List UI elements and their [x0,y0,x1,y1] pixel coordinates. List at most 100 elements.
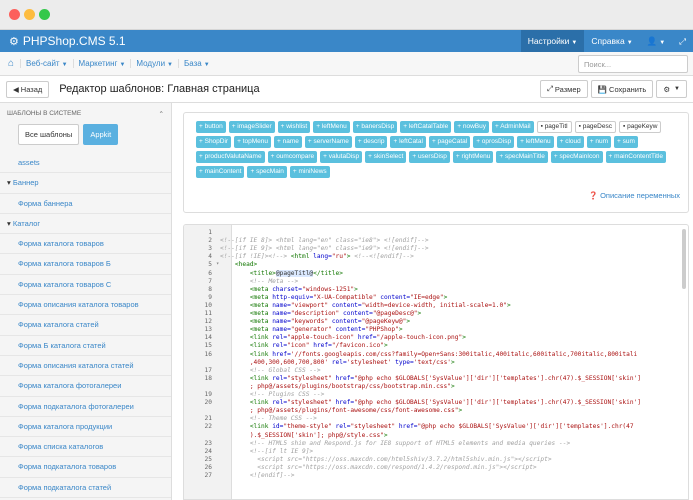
sidebar-item[interactable]: Форма описания каталога статей [0,356,171,377]
chevron-up-icon[interactable]: ⌃ [159,110,164,118]
variable-tag[interactable]: + imageSlider [228,121,275,133]
variable-tag[interactable]: + rightMenu [452,151,494,163]
help-menu[interactable]: Справка ▼ [584,30,639,52]
close-window-button[interactable] [9,9,20,20]
variable-tag[interactable]: + oumcompare [267,151,318,163]
code-line[interactable]: <link rel="apple-touch-icon" href="/appl… [220,334,466,341]
sidebar-item[interactable]: Форма подкаталога статей [0,478,171,499]
code-line[interactable]: <meta name="description" content="@pageD… [220,310,421,317]
sidebar-item[interactable]: Форма подкаталога товаров [0,457,171,478]
code-line[interactable]: <meta charset="windows-1251"> [220,286,358,293]
code-line[interactable]: ,400,300,600,700,800' rel='stylesheet' t… [220,359,455,366]
code-line[interactable]: <!-- HTML5 shim and Respond.js for IE8 s… [220,440,570,447]
code-editor[interactable]: 1 2 <!--[if IE 8]> <html lang="en" class="… [183,224,689,500]
variable-tag[interactable]: ▪ pageKeyw [618,121,662,133]
variable-tag[interactable]: + cloud [556,136,584,148]
variable-tag[interactable]: + specMainIcon [550,151,603,163]
variable-tag[interactable]: + pageCatal [428,136,471,148]
sidebar-item[interactable]: Форма описания каталога товаров [0,295,171,316]
variable-tag[interactable]: + descrip [354,136,388,148]
menu-database[interactable]: База ▼ [178,59,215,68]
code-line[interactable]: <!-- Theme CSS --> [220,415,317,422]
maximize-window-button[interactable] [39,9,50,20]
variable-tag[interactable]: + serverName [304,136,352,148]
sidebar-item[interactable]: Форма Б каталога статей [0,336,171,356]
code-line[interactable]: <!--[if IE 9]> <html lang="en" class="ie… [220,245,429,252]
sidebar-item[interactable]: Форма каталога товаров [0,234,171,255]
variable-tag[interactable]: + usersDisp [409,151,450,163]
variable-tag[interactable]: + leftCatalTable [400,121,452,133]
home-icon[interactable]: ⌂ [8,58,14,69]
code-line[interactable]: <link href='//fonts.googleapis.com/css?f… [220,351,637,358]
code-line[interactable]: <!-- Plugins CSS --> [220,391,325,398]
fold-icon[interactable]: ▾ [216,261,219,267]
appkit-button[interactable]: Appkit [83,124,119,145]
code-line[interactable]: <link rel="stylesheet" href="@php echo $… [220,375,641,382]
menu-marketing[interactable]: Маркетинг ▼ [72,59,131,68]
sidebar-item[interactable]: Форма подкаталога фотогалереи [0,397,171,417]
variable-tag[interactable]: + nowBuy [454,121,489,133]
variable-tag[interactable]: + topMenu [234,136,271,148]
code-line[interactable]: <!--[if !IE]><!--> <html lang="ru"> <!--… [220,253,414,260]
minimize-window-button[interactable] [24,9,35,20]
editor-scrollbar[interactable] [682,229,686,289]
variable-tag[interactable]: + num [586,136,612,148]
sidebar-item[interactable]: Форма каталога товаров С [0,275,171,296]
sidebar-item[interactable]: Форма каталога товаров Б [0,254,171,275]
variables-description-link[interactable]: ❓ Описание переменных [589,191,680,200]
variable-tag[interactable]: + banersDisp [352,121,398,133]
search-input[interactable]: Поиск... [578,55,688,73]
variable-tag[interactable]: + productValutaName [196,151,265,163]
sidebar-item[interactable]: Форма каталога фотогалереи [0,376,171,397]
code-line[interactable]: <!-- Global CSS --> [220,367,321,374]
save-button[interactable]: 💾 Сохранить [590,80,654,98]
code-line[interactable]: <script src="https://oss.maxcdn.com/html… [220,456,551,463]
brand[interactable]: ⚙ PHPShop.CMS 5.1 [0,34,521,48]
code-line[interactable]: ; php@/assets/plugins/bootstrap/css/boot… [220,383,455,390]
code-line[interactable]: <link rel="icon" href="/favicon.ico"> [220,342,388,349]
menu-modules[interactable]: Модули ▼ [130,59,178,68]
sidebar-item[interactable]: assets [0,153,171,174]
variable-tag[interactable]: + oprosDisp [473,136,515,148]
settings-menu[interactable]: Настройки ▼ [520,30,585,52]
fullscreen-button[interactable]: ⤢ [672,30,693,52]
sidebar-item[interactable]: Форма каталога продукции [0,417,171,438]
code-line[interactable]: ; php@/assets/plugins/font-awesome/css/f… [220,407,462,414]
menu-website[interactable]: Веб-сайт ▼ [20,59,72,68]
variable-tag[interactable]: + specMain [247,166,287,178]
code-line[interactable]: <meta name="keywords" content="@pageKeyw… [220,318,410,325]
user-menu[interactable]: 👤 ▼ [640,30,673,52]
variable-tag[interactable]: + miniNews [289,166,330,178]
code-line[interactable]: <link id="theme-style" rel="stylesheet" … [220,423,634,430]
code-line[interactable]: <meta http-equiv="X-UA-Compatible" conte… [220,294,448,301]
variable-tag[interactable]: + mainContent [196,166,245,178]
variable-tag[interactable]: + ShopDir [196,136,232,148]
code-line[interactable]: <!--[if IE 8]> <html lang="en" class="ie… [220,237,429,244]
variable-tag[interactable]: + leftMenu [517,136,554,148]
code-line[interactable]: <meta name="viewport" content="width=dev… [220,302,511,309]
variable-tag[interactable]: + mainContentTitle [605,151,667,163]
options-button[interactable]: ⚙ ▼ [656,80,687,98]
code-line[interactable]: <!--[if lt IE 9]> [220,448,313,455]
variable-tag[interactable]: ▪ pageDesc [574,121,616,133]
variable-tag[interactable]: + leftCatal [390,136,426,148]
variable-tag[interactable]: + leftMenu [313,121,350,133]
code-line[interactable]: <head> [220,261,257,268]
code-line[interactable]: ).$_SESSION['skin']; php@/style.css"> [220,432,388,439]
code-line[interactable]: <script src="https://oss.maxcdn.com/resp… [220,464,536,471]
code-line[interactable]: <title>@pageTitl@</title> [220,269,343,277]
code-line[interactable]: <!-- Meta --> [220,278,298,285]
variable-tag[interactable]: + sum [614,136,638,148]
sidebar-group[interactable]: ▾ Каталог [0,214,171,235]
variable-tag[interactable]: + valutaDisp [320,151,363,163]
variable-tag[interactable]: + name [274,136,302,148]
code-line[interactable]: <link rel="stylesheet" href="@php echo $… [220,399,641,406]
back-button[interactable]: ◀ Назад [6,80,50,98]
variable-tag[interactable]: ▪ pageTitl [536,121,572,133]
sidebar-item[interactable]: Форма баннера [0,194,171,214]
all-templates-button[interactable]: Все шаблоны [18,124,80,145]
variable-tag[interactable]: + specMainTitle [496,151,548,163]
variable-tag[interactable]: + wishlist [277,121,311,133]
sidebar-item[interactable]: Форма списка каталогов [0,437,171,458]
variable-tag[interactable]: + AdminMail [491,121,534,133]
